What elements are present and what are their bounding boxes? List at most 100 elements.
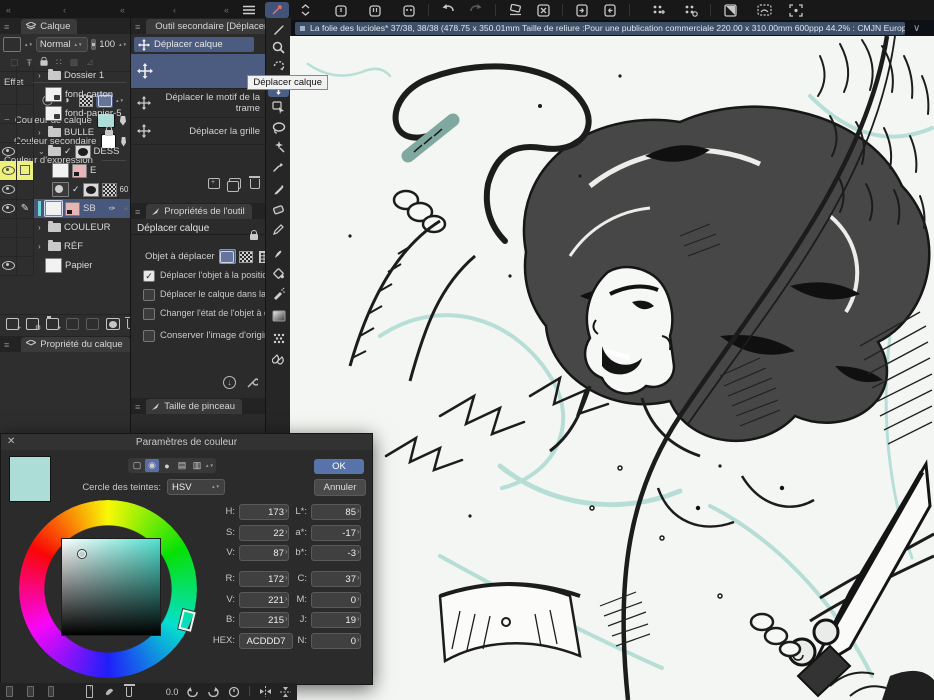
subtool-item-deplacer-grille[interactable]: Déplacer la grille [131,118,266,145]
checkbox-keep-original[interactable]: Conserver l'image d'origine [131,330,278,342]
hue-wheel-mode-select[interactable]: HSV▲▼ [167,479,225,495]
tab-calque[interactable]: Calque [21,19,77,34]
subtool-group-tab[interactable]: Déplacer calque [134,37,254,52]
opacity-stepper[interactable]: ▲▼ [118,43,127,47]
lock-icon[interactable] [40,60,47,65]
field-v[interactable]: 87 [239,545,289,561]
ok-button[interactable]: OK [314,459,364,474]
field-n[interactable]: 0 [311,633,361,649]
eyedropper-icon[interactable] [268,157,289,176]
field-vert[interactable]: 221 [239,592,289,608]
tone-icon[interactable] [268,328,289,347]
stepper-icon[interactable]: › [357,594,360,603]
edit-cell[interactable] [17,123,34,143]
eye-icon[interactable] [2,166,15,175]
pen-icon[interactable] [268,180,289,199]
edit-cell[interactable] [17,180,34,200]
flip-horizontal-icon[interactable] [259,686,272,697]
edit-cell[interactable] [17,256,34,276]
fill-bucket-icon[interactable] [268,264,289,283]
bar-picker-icon[interactable]: ▥ [190,459,204,472]
slider-picker-icon[interactable]: ▤ [175,459,189,472]
eye-icon[interactable] [2,185,15,194]
edit-cell[interactable] [17,85,34,105]
visibility-cell[interactable] [0,85,17,105]
tab-proprietes-outil[interactable]: Propriétés de l'outil [146,204,252,219]
field-s[interactable]: 22 [239,525,289,541]
edit-cell[interactable] [17,218,34,238]
wrench-icon[interactable] [246,377,258,389]
menu-icon[interactable] [237,2,261,18]
gesture-three-finger-icon[interactable] [397,2,421,18]
duplicate-subtool-icon[interactable] [229,178,241,189]
blend-mode-select[interactable]: Normal▲▼ [36,37,88,52]
inking-pen-icon[interactable] [268,244,289,263]
stepper-icon[interactable]: › [357,573,360,582]
rotate-right-icon[interactable] [207,686,220,697]
edit-cell[interactable] [17,161,34,181]
merge-down-icon[interactable] [86,318,99,330]
stepper-icon[interactable]: › [357,635,360,644]
new-folder-icon[interactable]: + [46,318,59,330]
updown-icon[interactable] [293,2,317,18]
visibility-cell[interactable] [0,142,17,162]
opacity-slider[interactable] [91,39,96,50]
layer-row-60[interactable]: ✓ 60 [0,180,130,199]
panel-back-icon[interactable]: ‹ [57,5,72,15]
eye-icon[interactable] [2,261,15,270]
export-icon[interactable] [86,685,93,698]
visibility-cell[interactable] [0,104,17,124]
panel-menu-icon[interactable]: ≡ [4,340,9,350]
gesture-two-finger-icon[interactable] [363,2,387,18]
layer-row-dess[interactable]: ⌄ ✓ DESS [0,142,130,161]
visibility-cell[interactable] [0,256,17,276]
deselect-icon[interactable] [531,2,555,18]
field-j[interactable]: 19 [311,612,361,628]
brush-icon[interactable] [268,20,289,39]
tab-outil-secondaire[interactable]: Outil secondaire [Déplacer [146,19,266,34]
delete-subtool-icon[interactable] [250,179,260,189]
fit-screen-icon[interactable] [784,2,808,18]
layer-row-sb-selected[interactable]: ✎ SB ✑ ≡ [0,199,130,218]
field-b[interactable]: 215 [239,612,289,628]
tablet-pointer-icon[interactable] [265,2,289,18]
field-r[interactable]: 172 [239,571,289,587]
edit-cell[interactable] [17,142,34,162]
reset-default-icon[interactable]: ↓ [223,376,236,389]
panel-collapse-icon[interactable]: « [114,5,131,15]
layer-row-couleur[interactable]: › COULEUR [0,218,130,237]
field-bstar[interactable]: -3 [311,545,361,561]
new-layer-settings-icon[interactable]: ⚙ [26,318,39,330]
visibility-cell[interactable] [0,161,17,181]
stepper-icon[interactable]: › [357,527,360,536]
gesture-one-finger-icon[interactable] [329,2,353,18]
chevron-down-icon[interactable]: ∨ [913,23,920,34]
square-picker-icon[interactable]: ▢ [130,459,144,472]
page-prev-icon[interactable] [598,2,622,18]
page-next-icon[interactable] [570,2,594,18]
stepper-icon[interactable]: › [357,506,360,515]
pencil-icon[interactable] [268,220,289,239]
ink-icon[interactable] [105,687,114,696]
add-subtool-icon[interactable]: + [208,178,220,189]
layer-row-fond-papier-5[interactable]: fond-papier-5 [0,104,130,123]
tab-propriete-du-calque[interactable]: Propriété du calque [21,337,129,352]
view-mode-icon[interactable] [48,686,55,697]
visibility-cell[interactable] [0,123,17,143]
view-mode-icon[interactable] [6,686,13,697]
panel-menu-icon[interactable]: ≡ [135,402,140,412]
edit-cell[interactable]: ✎ [17,199,34,219]
subtool-item-deplacer-motif[interactable]: Déplacer le motif de la trame [131,89,266,118]
panel-collapse-icon[interactable]: « [0,5,17,15]
edit-cell[interactable] [17,66,34,86]
sv-selector[interactable] [77,549,87,559]
edit-cell[interactable] [17,237,34,257]
trash-icon[interactable] [126,687,132,697]
flip-vertical-icon[interactable] [280,686,291,698]
rotate-left-icon[interactable] [186,686,199,697]
gradient-icon[interactable] [268,306,289,325]
mode-stepper[interactable]: ▲▼ [205,464,214,468]
visibility-cell[interactable] [0,237,17,257]
panel-menu-icon[interactable]: ≡ [4,22,9,32]
checkbox-move-in-selection[interactable]: Déplacer le calque dans la zone séle [131,289,278,301]
